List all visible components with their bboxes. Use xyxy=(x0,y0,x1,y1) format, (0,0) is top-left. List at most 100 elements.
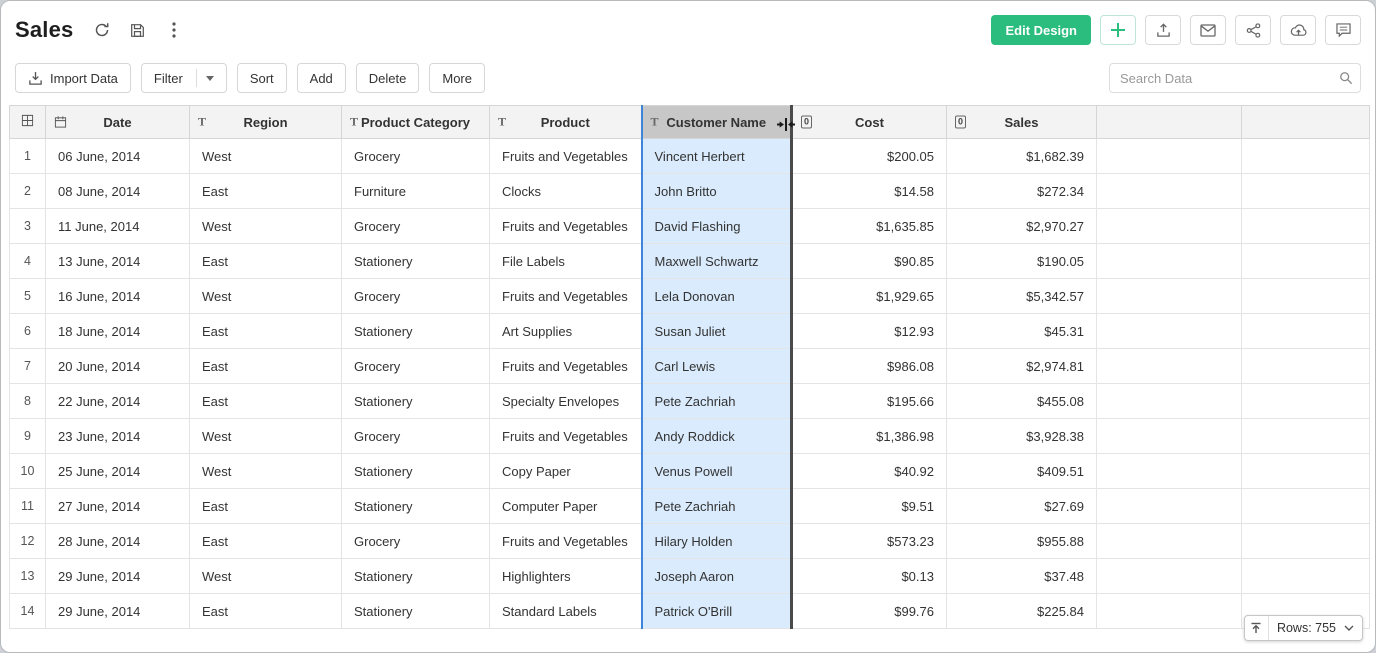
cell[interactable]: West xyxy=(190,419,342,454)
rows-count-badge[interactable]: Rows: 755 xyxy=(1244,615,1363,641)
cell[interactable]: $190.05 xyxy=(947,244,1097,279)
cell[interactable]: $2,970.27 xyxy=(947,209,1097,244)
cell[interactable]: Stationery xyxy=(342,314,490,349)
cell[interactable] xyxy=(1242,524,1370,559)
cell[interactable]: $3,928.38 xyxy=(947,419,1097,454)
cell[interactable]: Art Supplies xyxy=(490,314,642,349)
cell[interactable] xyxy=(1242,559,1370,594)
cell[interactable]: $27.69 xyxy=(947,489,1097,524)
cell[interactable]: Clocks xyxy=(490,174,642,209)
cell[interactable]: Standard Labels xyxy=(490,594,642,629)
cell[interactable]: Specialty Envelopes xyxy=(490,384,642,419)
add-button[interactable]: Add xyxy=(297,63,346,93)
cell[interactable]: Stationery xyxy=(342,454,490,489)
cell[interactable]: Fruits and Vegetables xyxy=(490,524,642,559)
cell[interactable]: $0.13 xyxy=(792,559,947,594)
column-header-product-category[interactable]: TProduct Category xyxy=(342,106,490,139)
cell[interactable] xyxy=(1097,524,1242,559)
cell[interactable]: East xyxy=(190,384,342,419)
cell[interactable]: $272.34 xyxy=(947,174,1097,209)
plus-button[interactable] xyxy=(1100,15,1136,45)
column-header-cost[interactable]: 0Cost xyxy=(792,106,947,139)
cell[interactable] xyxy=(1097,489,1242,524)
row-number[interactable]: 13 xyxy=(10,559,46,594)
row-number[interactable]: 4 xyxy=(10,244,46,279)
cell[interactable]: John Britto xyxy=(642,174,792,209)
cell[interactable]: Joseph Aaron xyxy=(642,559,792,594)
row-number[interactable]: 6 xyxy=(10,314,46,349)
cell[interactable]: $955.88 xyxy=(947,524,1097,559)
cell[interactable]: $37.48 xyxy=(947,559,1097,594)
select-all-header[interactable] xyxy=(10,106,46,139)
cell[interactable]: $1,635.85 xyxy=(792,209,947,244)
cell[interactable]: West xyxy=(190,559,342,594)
import-data-button[interactable]: Import Data xyxy=(15,63,131,93)
cell[interactable]: 11 June, 2014 xyxy=(46,209,190,244)
cell[interactable] xyxy=(1242,419,1370,454)
cell[interactable]: 25 June, 2014 xyxy=(46,454,190,489)
cell[interactable] xyxy=(1097,594,1242,629)
cell[interactable]: Stationery xyxy=(342,384,490,419)
cell[interactable]: Stationery xyxy=(342,594,490,629)
cell[interactable]: $455.08 xyxy=(947,384,1097,419)
cell[interactable]: East xyxy=(190,349,342,384)
row-number[interactable]: 8 xyxy=(10,384,46,419)
cell[interactable]: 29 June, 2014 xyxy=(46,594,190,629)
cell[interactable]: $409.51 xyxy=(947,454,1097,489)
scroll-to-top-icon[interactable] xyxy=(1245,616,1269,640)
cell[interactable]: Stationery xyxy=(342,244,490,279)
cell[interactable]: Fruits and Vegetables xyxy=(490,209,642,244)
cell[interactable]: 22 June, 2014 xyxy=(46,384,190,419)
cell[interactable]: 27 June, 2014 xyxy=(46,489,190,524)
cell[interactable]: West xyxy=(190,139,342,174)
cell[interactable]: Carl Lewis xyxy=(642,349,792,384)
cell[interactable]: Stationery xyxy=(342,559,490,594)
cell[interactable] xyxy=(1242,489,1370,524)
rows-chevron-down-icon[interactable] xyxy=(1344,625,1354,631)
cell[interactable] xyxy=(1242,174,1370,209)
share-button[interactable] xyxy=(1235,15,1271,45)
comment-button[interactable] xyxy=(1325,15,1361,45)
cell[interactable]: $200.05 xyxy=(792,139,947,174)
cell[interactable]: West xyxy=(190,454,342,489)
row-number[interactable]: 7 xyxy=(10,349,46,384)
cell[interactable]: Pete Zachriah xyxy=(642,489,792,524)
search-input[interactable] xyxy=(1109,63,1361,93)
cell[interactable]: $9.51 xyxy=(792,489,947,524)
edit-design-button[interactable]: Edit Design xyxy=(991,15,1091,45)
cell[interactable]: Grocery xyxy=(342,419,490,454)
cell[interactable] xyxy=(1097,349,1242,384)
cell[interactable]: $225.84 xyxy=(947,594,1097,629)
row-number[interactable]: 10 xyxy=(10,454,46,489)
cell[interactable]: East xyxy=(190,174,342,209)
cell[interactable]: Furniture xyxy=(342,174,490,209)
cell[interactable] xyxy=(1097,139,1242,174)
cell[interactable]: 16 June, 2014 xyxy=(46,279,190,314)
cell[interactable]: 06 June, 2014 xyxy=(46,139,190,174)
cell[interactable]: Patrick O'Brill xyxy=(642,594,792,629)
column-header-date[interactable]: Date xyxy=(46,106,190,139)
cell[interactable]: Vincent Herbert xyxy=(642,139,792,174)
cell[interactable]: Hilary Holden xyxy=(642,524,792,559)
cell[interactable]: Grocery xyxy=(342,139,490,174)
cell[interactable]: East xyxy=(190,489,342,524)
search-icon[interactable] xyxy=(1339,71,1353,90)
column-header-product[interactable]: TProduct xyxy=(490,106,642,139)
cell[interactable] xyxy=(1242,244,1370,279)
column-header-empty-7[interactable] xyxy=(1097,106,1242,139)
cell[interactable]: Grocery xyxy=(342,524,490,559)
column-header-region[interactable]: TRegion xyxy=(190,106,342,139)
cell[interactable]: $1,929.65 xyxy=(792,279,947,314)
cell[interactable]: West xyxy=(190,279,342,314)
delete-button[interactable]: Delete xyxy=(356,63,420,93)
cell[interactable] xyxy=(1097,209,1242,244)
cell[interactable]: $99.76 xyxy=(792,594,947,629)
cell[interactable] xyxy=(1097,314,1242,349)
cell[interactable]: 29 June, 2014 xyxy=(46,559,190,594)
cell[interactable]: $5,342.57 xyxy=(947,279,1097,314)
cell[interactable]: $573.23 xyxy=(792,524,947,559)
cell[interactable]: Highlighters xyxy=(490,559,642,594)
cell[interactable] xyxy=(1242,454,1370,489)
cell[interactable] xyxy=(1097,244,1242,279)
cell[interactable]: 28 June, 2014 xyxy=(46,524,190,559)
